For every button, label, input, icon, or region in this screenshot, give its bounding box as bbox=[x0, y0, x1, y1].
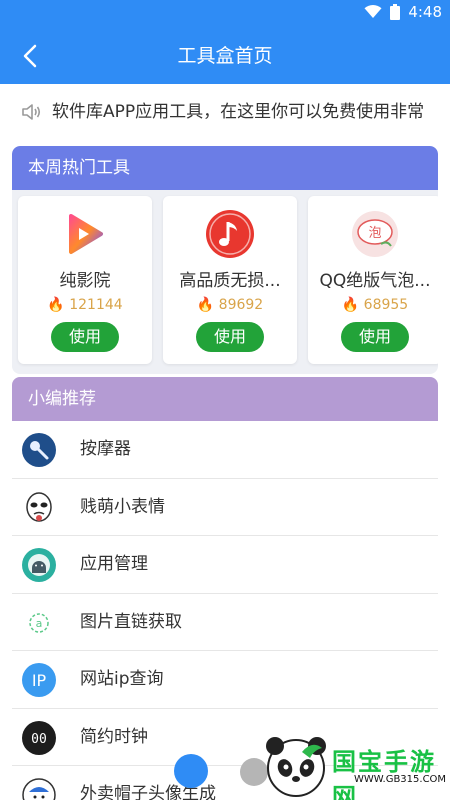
tool-name: 高品质无损... bbox=[179, 271, 281, 291]
list-item-label: 简约时钟 bbox=[80, 726, 148, 747]
tool-count: 🔥 89692 bbox=[196, 297, 264, 313]
tool-card[interactable]: 纯影院 🔥 121144 使用 bbox=[18, 196, 152, 364]
wifi-icon bbox=[364, 5, 382, 18]
hot-tools-header: 本周热门工具 bbox=[12, 146, 438, 190]
watermark-text: 国宝手游网 bbox=[332, 748, 436, 800]
list-item[interactable]: 贱萌小表情 bbox=[12, 478, 438, 536]
tool-name: 纯影院 bbox=[59, 271, 111, 291]
list-item-label: 贱萌小表情 bbox=[80, 496, 165, 517]
tool-card[interactable]: 泡 QQ绝版气泡... 🔥 68955 使用 bbox=[308, 196, 438, 364]
status-time: 4:48 bbox=[408, 3, 442, 21]
watermark-logo: 国宝手游网 WWW.GB315.COM bbox=[262, 732, 450, 800]
avatar-hat-icon bbox=[22, 778, 56, 800]
page-title: 工具盒首页 bbox=[177, 45, 273, 67]
list-item[interactable]: 按摩器 bbox=[12, 421, 438, 479]
speaker-icon bbox=[22, 104, 41, 120]
use-button[interactable]: 使用 bbox=[196, 322, 264, 352]
hot-tools-card: 本周热门工具 纯影院 🔥 121144 使用 高品质无损... 🔥 89692 … bbox=[12, 146, 438, 374]
app-bar: 工具盒首页 bbox=[0, 28, 450, 84]
status-bar: 4:48 bbox=[0, 0, 450, 28]
fire-icon: 🔥 bbox=[341, 297, 360, 313]
massager-icon bbox=[22, 433, 56, 467]
notice-bar: 软件库APP应用工具，在这里你可以免费使用非常 bbox=[0, 84, 450, 140]
meme-face-icon bbox=[26, 491, 52, 522]
tool-name: QQ绝版气泡... bbox=[319, 271, 431, 291]
svg-text:IP: IP bbox=[32, 671, 47, 690]
fire-icon: 🔥 bbox=[47, 297, 65, 313]
panda-icon bbox=[266, 737, 326, 797]
bubble-icon: 泡 bbox=[352, 211, 398, 257]
battery-icon bbox=[390, 4, 401, 20]
list-item-label: 网站ip查询 bbox=[80, 669, 164, 689]
fire-icon: 🔥 bbox=[196, 297, 215, 313]
ip-icon: IP bbox=[22, 663, 56, 697]
svg-text:00: 00 bbox=[31, 732, 47, 747]
notice-text: 软件库APP应用工具，在这里你可以免费使用非常 bbox=[52, 102, 425, 122]
link-icon: a bbox=[29, 612, 49, 633]
hot-tools-row[interactable]: 纯影院 🔥 121144 使用 高品质无损... 🔥 89692 使用 泡 QQ… bbox=[12, 190, 438, 374]
android-icon bbox=[22, 548, 56, 582]
clock-icon: 00 bbox=[22, 720, 56, 755]
list-item-label: 按摩器 bbox=[80, 439, 131, 459]
floating-action-button[interactable] bbox=[174, 754, 208, 788]
list-item-label: 图片直链获取 bbox=[80, 611, 182, 632]
watermark-url: WWW.GB315.COM bbox=[354, 774, 447, 785]
list-item[interactable]: a 图片直链获取 bbox=[12, 593, 438, 651]
svg-text:泡: 泡 bbox=[368, 226, 381, 241]
tool-count: 🔥 68955 bbox=[341, 297, 409, 313]
use-button[interactable]: 使用 bbox=[51, 322, 119, 352]
use-button[interactable]: 使用 bbox=[341, 322, 409, 352]
tool-count: 🔥 121144 bbox=[47, 297, 123, 313]
video-play-icon bbox=[69, 214, 103, 254]
music-note-icon bbox=[206, 210, 254, 258]
list-item-label: 应用管理 bbox=[80, 554, 148, 574]
recommend-header: 小编推荐 bbox=[12, 377, 438, 421]
list-item[interactable]: 应用管理 bbox=[12, 536, 438, 594]
svg-text:a: a bbox=[36, 617, 43, 630]
tool-card[interactable]: 高品质无损... 🔥 89692 使用 bbox=[163, 196, 297, 364]
list-item[interactable]: IP 网站ip查询 bbox=[12, 651, 438, 709]
